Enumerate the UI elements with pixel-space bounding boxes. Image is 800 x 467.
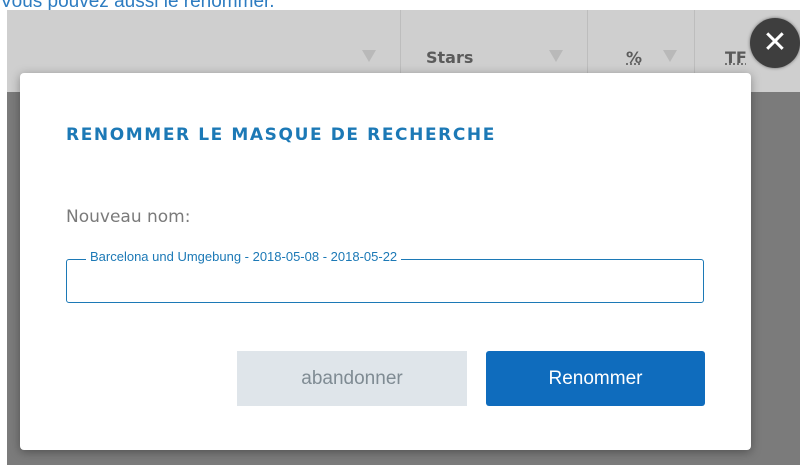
close-icon: ✕ <box>762 25 788 60</box>
filter-icon[interactable] <box>663 50 677 62</box>
column-header-label: % <box>626 48 643 67</box>
new-name-label: Nouveau nom: <box>66 207 191 227</box>
rename-dialog: RENOMMER LE MASQUE DE RECHERCHE Nouveau … <box>20 73 751 450</box>
filter-icon[interactable] <box>362 50 376 62</box>
new-name-input[interactable] <box>70 273 704 301</box>
cancel-button[interactable]: abandonner <box>237 351 467 406</box>
column-header-label: Stars <box>426 48 474 67</box>
new-name-field-legend: Barcelona und Umgebung - 2018-05-08 - 20… <box>86 249 402 264</box>
close-dialog-button[interactable]: ✕ <box>750 18 800 68</box>
filter-icon[interactable] <box>549 50 563 62</box>
column-header-label: TF <box>725 48 747 67</box>
rename-button[interactable]: Renommer <box>486 351 705 406</box>
dialog-title: RENOMMER LE MASQUE DE RECHERCHE <box>66 125 496 145</box>
